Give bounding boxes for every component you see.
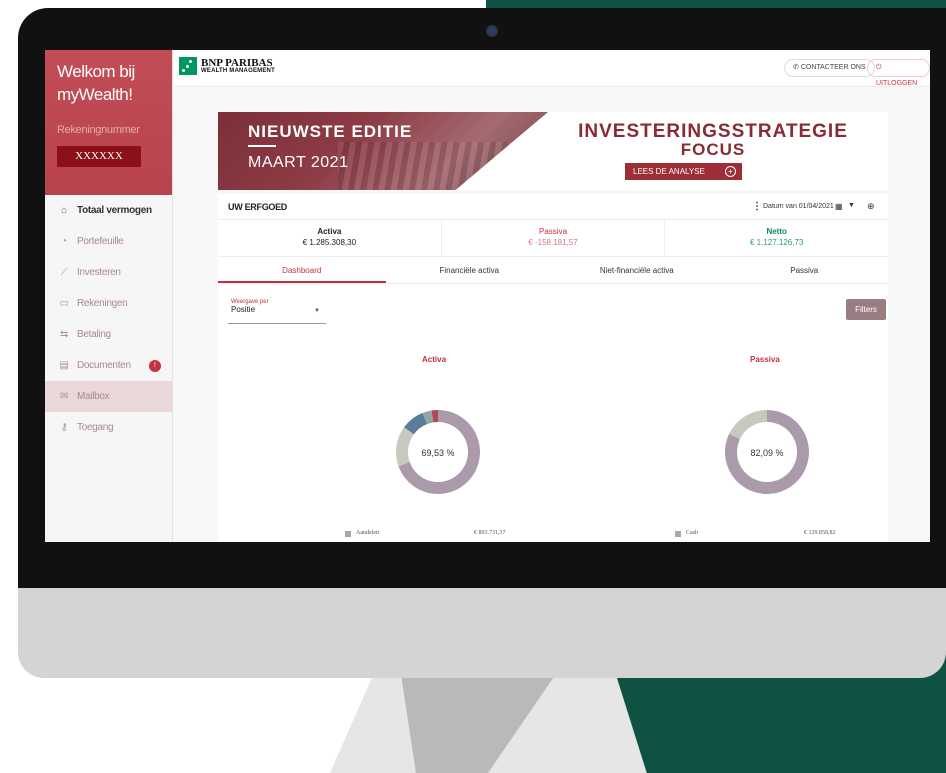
sidebar-item-mailbox[interactable]: ✉ Mailbox — [45, 381, 172, 412]
donut-slice — [729, 410, 767, 440]
view-per-value: Positie — [231, 305, 256, 314]
sidebar-item-investeren[interactable]: ⟋ Investeren — [45, 257, 172, 288]
banner-right-title: INVESTERINGSSTRATEGIE — [578, 121, 848, 142]
tab-financiele-activa[interactable]: Financiële activa — [386, 257, 554, 283]
tab-passiva[interactable]: Passiva — [721, 257, 889, 283]
settings-icon[interactable]: ⊕ — [867, 201, 875, 212]
activa-center-label: 69,53 % — [421, 448, 455, 458]
banner-divider — [248, 145, 276, 147]
more-options-icon[interactable]: ⋮ — [752, 201, 762, 212]
sidebar-item-label: Rekeningen — [77, 298, 128, 309]
legend-swatch — [345, 531, 351, 537]
sidebar-item-totaal-vermogen[interactable]: ⌂ Totaal vermogen — [45, 195, 172, 226]
sidebar-item-toegang[interactable]: ⚷ Toegang — [45, 412, 172, 443]
transfer-icon: ⇆ — [59, 329, 69, 340]
sidebar-header: Welkom bij myWealth! Rekeningnummer XXXX… — [45, 50, 172, 195]
read-analysis-label: LEES DE ANALYSE — [633, 167, 705, 176]
key-icon: ⚷ — [60, 422, 68, 433]
sidebar-item-label: Documenten — [77, 360, 131, 371]
logout-button-label: UITLOGGEN — [876, 80, 918, 87]
tab-niet-financiele-activa[interactable]: Niet-financiële activa — [553, 257, 721, 283]
sidebar: Welkom bij myWealth! Rekeningnummer XXXX… — [45, 50, 173, 542]
legend-name: Aandelen — [356, 530, 379, 536]
summary-netto: Netto € 1.127.126,73 — [665, 220, 888, 256]
summary-row: Activa € 1.285.308,30 Passiva € -158.181… — [218, 220, 888, 257]
date-label: Datum van 01/04/2021 — [763, 203, 834, 210]
sidebar-item-label: Betaling — [77, 329, 111, 340]
card-header: UW ERFGOED ⋮ Datum van 01/04/2021 ▦ ▼ ⊕ — [218, 194, 888, 220]
welcome-line1: Welkom bij — [57, 62, 135, 81]
contact-button-label: CONTACTEER ONS — [800, 64, 866, 71]
calendar-icon[interactable]: ▦ — [835, 202, 843, 211]
tab-dashboard[interactable]: Dashboard — [218, 257, 386, 283]
chevron-down-icon: ▼ — [314, 308, 320, 314]
phone-icon: ✆ — [793, 64, 799, 71]
pie-chart-icon: ◔ — [61, 236, 67, 247]
read-analysis-button[interactable]: LEES DE ANALYSE + — [625, 163, 742, 180]
summary-activa: Activa € 1.285.308,30 — [218, 220, 442, 256]
bank-icon: ⌂ — [61, 205, 67, 216]
legend-value: € 129.858,82 — [804, 530, 836, 536]
account-number: XXXXXX — [57, 146, 141, 167]
activa-chart-title: Activa — [422, 355, 447, 364]
sidebar-item-label: Toegang — [77, 422, 114, 433]
welcome-line2: myWealth! — [57, 85, 133, 104]
mail-icon: ✉ — [59, 391, 69, 402]
logout-button[interactable]: ⏻ UITLOGGEN — [867, 59, 930, 87]
sidebar-item-label: Mailbox — [77, 391, 110, 402]
chevron-down-icon[interactable]: ▼ — [848, 202, 855, 209]
bnp-paribas-logo[interactable]: BNP PARIBAS WEALTH MANAGEMENT — [179, 57, 275, 75]
card-title: UW ERFGOED — [228, 202, 287, 212]
banner-right-subtitle: FOCUS — [680, 140, 746, 159]
summary-passiva: Passiva € -158.181,57 — [442, 220, 666, 256]
activa-legend-item: Aandelen € 893.731,37 — [345, 530, 530, 537]
sidebar-item-label: Totaal vermogen — [77, 205, 152, 216]
sidebar-item-label: Portefeuille — [77, 236, 124, 247]
sidebar-item-documenten[interactable]: ▤ Documenten ! — [45, 350, 172, 381]
donut-slice — [396, 427, 414, 467]
brand-name: BNP PARIBAS — [201, 57, 273, 69]
passiva-chart-title: Passiva — [750, 355, 780, 364]
plus-circle-icon: + — [725, 166, 736, 177]
promo-banner: NIEUWSTE EDITIE MAART 2021 INVESTERINGSS… — [218, 112, 888, 190]
app-screen: Welkom bij myWealth! Rekeningnummer XXXX… — [45, 50, 930, 542]
sidebar-item-label: Investeren — [77, 267, 121, 278]
brand-subtitle: WEALTH MANAGEMENT — [201, 68, 275, 74]
topbar: BNP PARIBAS WEALTH MANAGEMENT ✆ CONTACTE… — [174, 50, 930, 87]
erfgoed-card: UW ERFGOED ⋮ Datum van 01/04/2021 ▦ ▼ ⊕ … — [218, 194, 888, 542]
sidebar-nav: ⌂ Totaal vermogen ◔ Portefeuille ⟋ Inves… — [45, 195, 172, 443]
camera-icon — [488, 27, 496, 35]
passiva-center-label: 82,09 % — [750, 448, 784, 458]
wallet-icon: ▭ — [59, 298, 69, 309]
document-icon: ▤ — [59, 360, 69, 371]
line-chart-icon: ⟋ — [60, 267, 68, 278]
power-icon: ⏻ — [876, 64, 882, 71]
legend-value: € 893.731,37 — [474, 530, 506, 536]
banner-left-title: NIEUWSTE EDITIE — [248, 122, 413, 141]
notification-badge: ! — [148, 359, 161, 372]
passiva-label: Passiva — [539, 227, 568, 236]
account-label: Rekeningnummer — [57, 124, 140, 136]
activa-value: € 1.285.308,30 — [302, 238, 357, 247]
filters-button[interactable]: Filters — [846, 299, 886, 320]
tab-bar: Dashboard Financiële activa Niet-financi… — [218, 257, 888, 284]
contact-button[interactable]: ✆ CONTACTEER ONS — [784, 59, 875, 77]
legend-name: Cash — [686, 530, 698, 536]
netto-value: € 1.127.126,73 — [749, 238, 804, 247]
banner-left-subtitle: MAART 2021 — [248, 154, 349, 171]
sidebar-item-rekeningen[interactable]: ▭ Rekeningen — [45, 288, 172, 319]
passiva-value: € -158.181,57 — [528, 238, 578, 247]
sidebar-item-betaling[interactable]: ⇆ Betaling — [45, 319, 172, 350]
netto-label: Netto — [766, 227, 787, 236]
legend-swatch — [675, 531, 681, 537]
view-per-select[interactable]: Weergave per Positie ▼ — [228, 299, 326, 324]
passiva-legend-item: Cash € 129.858,82 — [675, 530, 860, 537]
activa-label: Activa — [317, 227, 342, 236]
sidebar-item-portefeuille[interactable]: ◔ Portefeuille — [45, 226, 172, 257]
stars-logo-icon — [179, 57, 197, 75]
